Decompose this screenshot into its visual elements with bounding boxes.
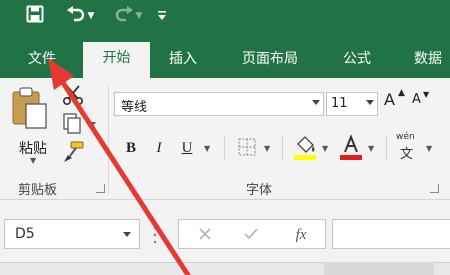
font-size-select[interactable]: 11 <box>326 92 378 116</box>
increase-font-size-button[interactable]: A ▲ <box>384 88 408 116</box>
name-box[interactable]: D5 <box>4 219 140 249</box>
formula-bar: D5 fx <box>0 200 450 275</box>
separator <box>224 136 225 160</box>
fill-color-button[interactable] <box>292 134 318 162</box>
chevron-down-icon[interactable]: ▼ <box>368 144 374 153</box>
tab-file[interactable]: 文件 <box>16 46 68 78</box>
column-header-selected[interactable] <box>324 262 434 275</box>
chevron-down-icon <box>123 232 131 237</box>
tab-insert[interactable]: 插入 <box>160 46 206 78</box>
tab-formulas[interactable]: 公式 <box>334 46 380 78</box>
save-icon <box>26 5 44 27</box>
borders-icon <box>236 138 258 162</box>
underline-button[interactable]: U <box>176 136 198 160</box>
phonetic-guide-button[interactable]: wén 文 <box>396 132 420 162</box>
separator <box>386 136 387 160</box>
ribbon-home: 粘贴 ▼ 剪贴板 等线 11 A ▲ A ▼ B I U ▼ ▼ ▼ ▼ wén… <box>0 78 450 200</box>
customize-qat-icon <box>157 7 167 26</box>
formula-buttons: fx <box>178 219 326 249</box>
group-separator <box>108 86 109 194</box>
tab-data[interactable]: 数据 <box>405 46 450 78</box>
drag-handle-icon[interactable] <box>152 222 158 248</box>
font-color-swatch <box>340 155 362 160</box>
phonetic-char-label: 文 <box>400 147 414 162</box>
decrease-font-label: A <box>412 92 421 107</box>
chevron-down-icon <box>312 100 320 105</box>
chevron-down-icon: ▼ <box>30 156 37 165</box>
separator <box>282 136 283 160</box>
font-name-select[interactable]: 等线 <box>114 92 324 116</box>
close-icon <box>198 226 212 245</box>
fill-color-swatch <box>294 155 316 160</box>
copy-button[interactable] <box>62 112 98 136</box>
check-icon <box>243 226 259 245</box>
tab-page-layout[interactable]: 页面布局 <box>229 46 311 78</box>
save-button[interactable] <box>20 2 50 30</box>
redo-button[interactable]: ▼ <box>108 2 148 30</box>
paste-button[interactable]: 粘贴 ▼ <box>6 84 54 165</box>
insert-function-button[interactable]: fx <box>289 224 313 246</box>
caret-up-icon: ▲ <box>398 88 405 98</box>
bold-button[interactable]: B <box>120 136 142 160</box>
italic-button[interactable]: I <box>148 136 170 160</box>
chevron-down-icon[interactable]: ▼ <box>322 144 328 153</box>
tab-home[interactable]: 开始 <box>83 42 150 78</box>
paste-label: 粘贴 <box>19 141 47 157</box>
increase-font-label: A <box>384 90 395 109</box>
caret-down-icon: ▼ <box>423 90 430 99</box>
clipboard-icon <box>10 86 48 134</box>
ribbon-tabs: 文件 开始 插入 页面布局 公式 数据 <box>0 34 450 78</box>
copy-icon <box>62 113 98 140</box>
chevron-down-icon[interactable]: ▼ <box>426 144 432 153</box>
clipboard-group-label: 剪贴板 <box>18 183 58 198</box>
font-color-icon <box>338 134 364 166</box>
name-box-value: D5 <box>15 226 35 242</box>
customize-qat-button[interactable] <box>152 2 172 30</box>
borders-button[interactable] <box>236 136 258 160</box>
chevron-down-icon: ▼ <box>135 11 143 21</box>
scissors-icon <box>62 85 84 110</box>
chevron-down-icon[interactable]: ▼ <box>264 144 270 153</box>
undo-button[interactable]: ▼ <box>60 2 100 30</box>
undo-icon <box>66 6 86 26</box>
font-launcher-icon[interactable] <box>430 184 439 193</box>
formula-input[interactable] <box>332 219 450 249</box>
font-color-button[interactable] <box>338 134 364 162</box>
quick-access-toolbar: ▼ ▼ <box>0 0 450 34</box>
chevron-down-icon <box>366 100 374 105</box>
font-group-label: 字体 <box>246 183 273 198</box>
font-name-value: 等线 <box>121 100 148 115</box>
enter-button[interactable] <box>239 224 263 246</box>
decrease-font-size-button[interactable]: A ▼ <box>412 90 434 116</box>
redo-icon <box>114 6 134 26</box>
clipboard-launcher-icon[interactable] <box>96 184 105 193</box>
paint-bucket-icon <box>292 136 318 166</box>
phonetic-pinyin-label: wén <box>396 132 415 142</box>
font-size-value: 11 <box>331 96 348 111</box>
cancel-button[interactable] <box>193 224 217 246</box>
format-painter-icon <box>62 141 86 168</box>
cut-button[interactable] <box>62 84 84 106</box>
chevron-down-icon[interactable]: ▼ <box>204 144 210 153</box>
chevron-down-icon: ▼ <box>87 11 95 21</box>
format-painter-button[interactable] <box>62 140 86 164</box>
